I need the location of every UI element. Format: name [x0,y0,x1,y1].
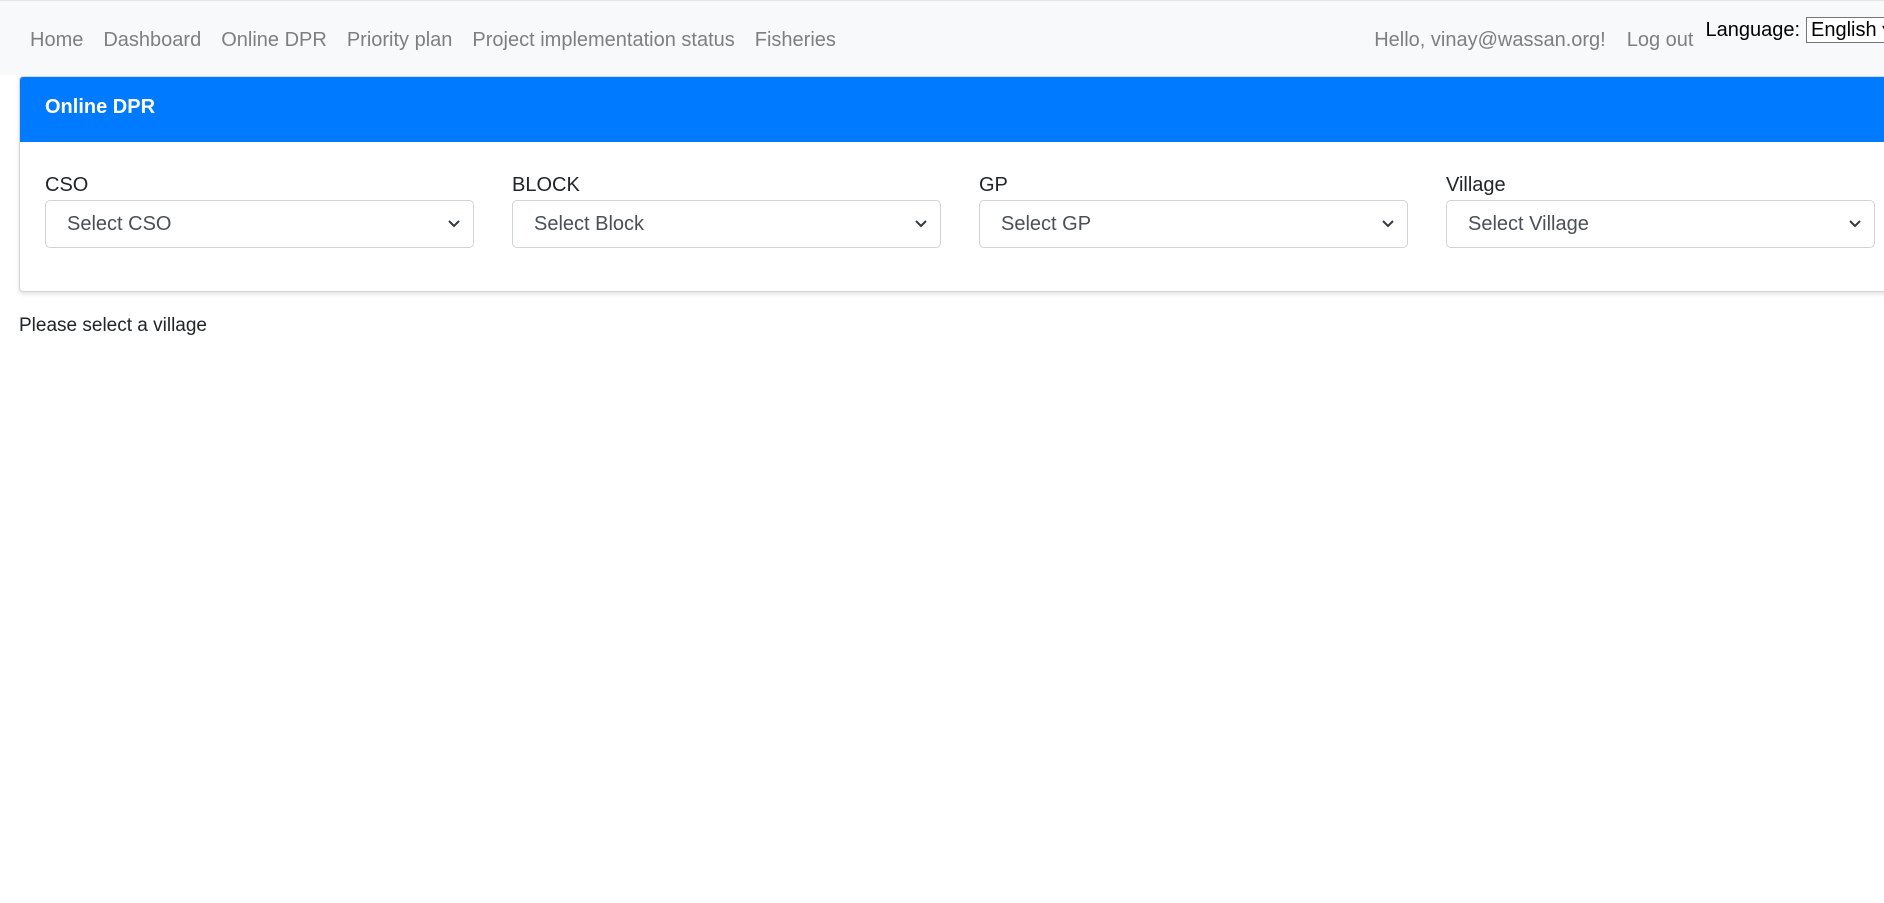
block-label: BLOCK [512,174,580,196]
language-label: Language: [1705,19,1800,41]
chevron-down-icon [915,220,927,228]
cso-filter: CSO Select CSO [45,172,474,248]
nav-link-home[interactable]: Home [30,27,83,53]
online-dpr-card: Online DPR CSO Select CSO BLOCK Select B… [19,76,1884,292]
nav-user-area: Hello, vinay@wassan.org! Log out Languag… [1374,17,1884,53]
top-navbar: Home Dashboard Online DPR Priority plan … [0,0,1884,75]
village-filter: Village Select Village [1446,172,1875,248]
nav-link-fisheries[interactable]: Fisheries [755,27,836,53]
nav-link-dashboard[interactable]: Dashboard [103,27,201,53]
gp-label: GP [979,174,1008,196]
status-message: Please select a village [19,315,207,336]
cso-select-value: Select CSO [67,213,172,235]
block-select[interactable]: Select Block [512,200,941,248]
village-label: Village [1446,174,1506,196]
card-title: Online DPR [45,96,156,118]
village-select-value: Select Village [1468,213,1589,235]
gp-select[interactable]: Select GP [979,200,1408,248]
user-greeting[interactable]: Hello, vinay@wassan.org! [1374,27,1606,53]
cso-label: CSO [45,174,89,196]
filter-row: CSO Select CSO BLOCK Select Block GP Sel… [45,172,1875,248]
logout-link[interactable]: Log out [1627,27,1694,53]
cso-select[interactable]: Select CSO [45,200,474,248]
nav-link-priority-plan[interactable]: Priority plan [347,27,453,53]
nav-link-online-dpr[interactable]: Online DPR [221,27,327,53]
block-filter: BLOCK Select Block [512,172,941,248]
chevron-down-icon [448,220,460,228]
nav-links: Home Dashboard Online DPR Priority plan … [30,27,836,53]
card-header: Online DPR [20,77,1884,142]
chevron-down-icon [1382,220,1394,228]
language-select[interactable]: English ▾ [1806,17,1884,43]
gp-filter: GP Select GP [979,172,1408,248]
block-select-value: Select Block [534,213,645,235]
nav-link-project-implementation-status[interactable]: Project implementation status [472,27,734,53]
gp-select-value: Select GP [1001,213,1092,235]
chevron-down-icon [1849,220,1861,228]
village-select[interactable]: Select Village [1446,200,1875,248]
